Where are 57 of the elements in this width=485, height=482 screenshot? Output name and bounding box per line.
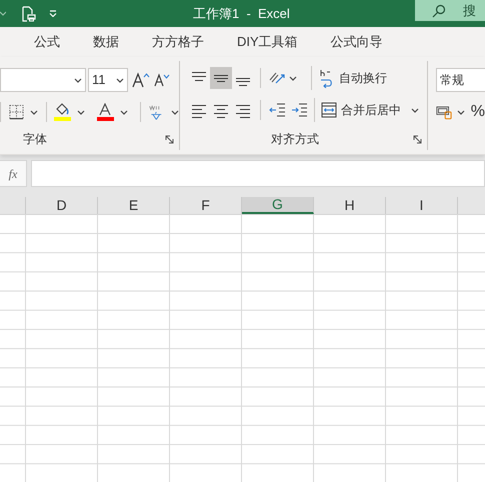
horizontal-align-icon	[214, 104, 228, 118]
dialog-launcher-icon[interactable]	[413, 134, 422, 144]
ribbon-tab[interactable]: DIY工具箱	[227, 32, 308, 52]
function-box[interactable]: fx	[0, 160, 27, 187]
caret-icon[interactable]	[30, 110, 38, 114]
ribbon-tab[interactable]: 数据	[83, 32, 129, 52]
font-color-button[interactable]	[96, 103, 114, 121]
merge-center-button[interactable]: 合并后居中	[321, 101, 401, 119]
wrap-text-button[interactable]: 自动换行	[318, 68, 387, 88]
window-title: 工作簿1 - Excel	[193, 4, 290, 23]
vertical-align-icon	[214, 74, 228, 82]
group-label: 字体	[23, 131, 47, 148]
search-label: 搜	[463, 2, 476, 20]
insert-function-label: fx	[8, 166, 18, 182]
caret-icon[interactable]	[116, 78, 124, 82]
horizontal-align-icon	[236, 104, 250, 118]
fill-color-button[interactable]	[54, 103, 71, 121]
ribbon-tab[interactable]: 方方格子	[142, 32, 214, 52]
search-box[interactable]: 搜	[415, 0, 485, 21]
caret-icon[interactable]	[76, 110, 85, 114]
formula-field[interactable]	[31, 160, 485, 187]
horizontal-align-icon	[192, 104, 206, 118]
column-header[interactable]: G	[242, 197, 314, 214]
customize-toolbar-icon[interactable]	[49, 10, 57, 17]
caret-icon[interactable]	[456, 110, 465, 114]
shrink-font-icon[interactable]	[154, 73, 170, 87]
letter-a-icon	[98, 103, 112, 116]
vertical-align-icon	[236, 78, 250, 86]
paint-bucket-icon	[55, 103, 70, 116]
font-size-value: 11	[92, 71, 106, 90]
group-label: 对齐方式	[271, 131, 319, 148]
align-button[interactable]	[210, 67, 232, 89]
dialog-launcher-icon[interactable]	[165, 134, 174, 144]
ribbon-tab[interactable]: 公式向导	[320, 32, 393, 52]
column-header[interactable]: H	[314, 197, 386, 214]
vertical-align-icon	[192, 72, 206, 80]
merge-cells-icon	[321, 102, 337, 118]
caret-icon[interactable]	[289, 76, 297, 80]
decrease-indent-icon[interactable]	[268, 102, 286, 118]
column-header[interactable]: E	[98, 197, 170, 214]
column-header[interactable]: I	[386, 197, 458, 214]
font-size-field[interactable]: 11	[88, 68, 128, 92]
number-format-field[interactable]: 常规	[436, 68, 485, 92]
font-name-field[interactable]	[0, 68, 86, 92]
print-preview-icon[interactable]	[22, 6, 36, 22]
caret-icon[interactable]	[74, 78, 82, 82]
column-header[interactable]: D	[26, 197, 98, 214]
grow-font-icon[interactable]	[132, 72, 150, 88]
percent-label[interactable]: %	[470, 100, 485, 124]
caret-icon[interactable]	[411, 108, 419, 112]
increase-indent-icon[interactable]	[290, 102, 308, 118]
search-icon	[432, 4, 446, 18]
borders-icon[interactable]	[8, 103, 24, 121]
ribbon-tab[interactable]: 公式	[24, 32, 70, 52]
number-format-value: 常规	[440, 72, 464, 89]
caret-icon[interactable]	[170, 110, 179, 114]
caret-icon[interactable]	[120, 110, 128, 114]
